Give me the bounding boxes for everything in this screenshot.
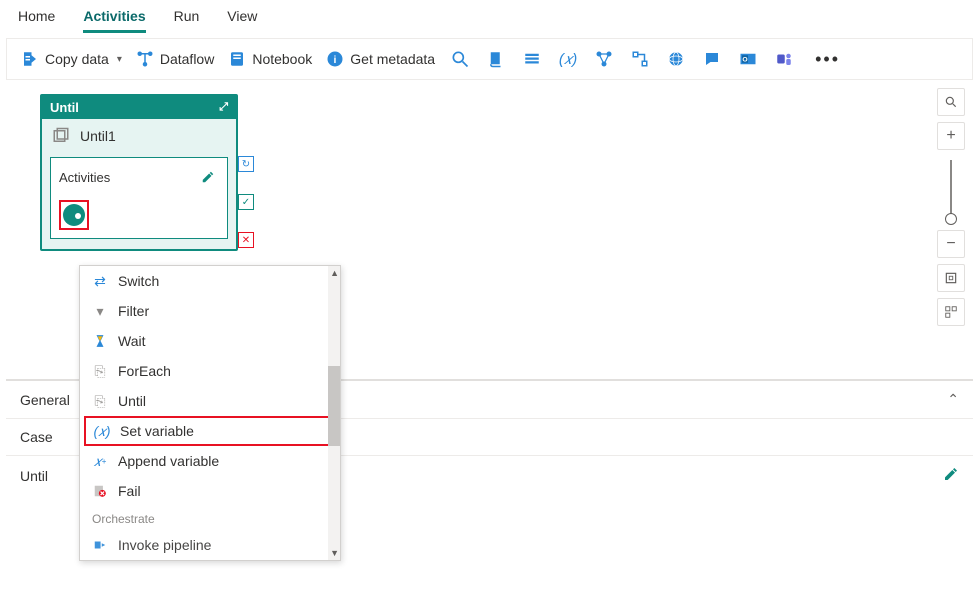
menu-item-switch[interactable]: ⇄ Switch <box>80 266 340 296</box>
copy-data-button[interactable]: Copy data ▾ <box>21 50 122 68</box>
chat-icon[interactable] <box>701 48 723 70</box>
dataflow-icon <box>136 50 154 68</box>
get-metadata-label: Get metadata <box>350 51 435 67</box>
scroll-thumb[interactable] <box>328 366 340 446</box>
canvas-controls: + − <box>937 88 965 326</box>
toolbar: Copy data ▾ Dataflow Notebook i Get meta… <box>6 38 973 80</box>
menu-scrollbar[interactable]: ▲ ▼ <box>328 266 340 560</box>
until-type-label: Until <box>50 100 79 115</box>
until-node[interactable]: Until ⤢ Until1 Activities <box>40 94 238 251</box>
copy-data-icon <box>21 50 39 68</box>
notebook-icon <box>228 50 246 68</box>
panel-tab-general[interactable]: General <box>20 392 70 408</box>
menu-label-wait: Wait <box>118 333 145 349</box>
menu-item-invoke-pipeline[interactable]: Invoke pipeline <box>80 530 340 560</box>
fail-icon <box>92 483 108 499</box>
filter-icon: ▾ <box>92 303 108 319</box>
menu-label-until: Until <box>118 393 146 409</box>
menu-item-append-variable[interactable]: 𝑥+ Append variable <box>80 446 340 476</box>
menu-item-foreach[interactable]: ⎘ ForEach <box>80 356 340 386</box>
zoom-slider-handle[interactable] <box>945 213 957 225</box>
node-output-anchors: ↻ ✓ ✕ <box>238 156 254 248</box>
success-anchor[interactable]: ✓ <box>238 194 254 210</box>
menu-item-set-variable[interactable]: (𝑥) Set variable <box>84 416 334 446</box>
switch-icon: ⇄ <box>92 273 108 289</box>
info-icon: i <box>326 50 344 68</box>
foreach-icon: ⎘ <box>92 363 108 379</box>
inner-activities-box: Activities <box>50 157 228 239</box>
activities-label: Activities <box>59 170 110 185</box>
activity-picker-menu: ⇄ Switch ▾ Filter Wait ⎘ ForEach ⎘ Until… <box>79 265 341 561</box>
menu-label-set-variable: Set variable <box>120 423 194 439</box>
scroll-up-icon[interactable]: ▲ <box>330 268 339 278</box>
tab-home[interactable]: Home <box>18 8 55 33</box>
menu-label-foreach: ForEach <box>118 363 171 379</box>
list-icon[interactable] <box>521 48 543 70</box>
fail-anchor[interactable]: ✕ <box>238 232 254 248</box>
menu-item-fail[interactable]: Fail <box>80 476 340 506</box>
menu-category-orchestrate: Orchestrate <box>80 506 340 530</box>
search-icon[interactable] <box>449 48 471 70</box>
menu-item-until[interactable]: ⎘ Until <box>80 386 340 416</box>
notebook-button[interactable]: Notebook <box>228 50 312 68</box>
menu-label-filter: Filter <box>118 303 149 319</box>
top-tabs: Home Activities Run View <box>0 0 979 34</box>
zoom-out-button[interactable]: − <box>937 230 965 258</box>
tab-view[interactable]: View <box>227 8 257 33</box>
more-button[interactable]: ••• <box>809 49 846 70</box>
edit-activities-button[interactable] <box>197 166 219 188</box>
copy-data-label: Copy data <box>45 51 109 67</box>
edit-row-button[interactable] <box>943 466 959 485</box>
until-name-text: Until1 <box>80 128 116 144</box>
append-variable-icon: 𝑥+ <box>92 453 108 469</box>
highlighted-activity[interactable] <box>59 200 89 230</box>
panel-collapse-button[interactable]: ⌃ <box>947 391 959 408</box>
until-node-name-row: Until1 <box>42 119 236 153</box>
notebook-label: Notebook <box>252 51 312 67</box>
expand-icon[interactable]: ⤢ <box>219 101 228 114</box>
scroll-down-icon[interactable]: ▼ <box>330 548 339 558</box>
until-loop-icon <box>52 127 70 145</box>
menu-label-invoke: Invoke pipeline <box>118 537 211 553</box>
chevron-down-icon: ▾ <box>117 54 122 65</box>
graph-icon[interactable] <box>593 48 615 70</box>
tab-run[interactable]: Run <box>174 8 200 33</box>
get-metadata-button[interactable]: i Get metadata <box>326 50 435 68</box>
menu-label-switch: Switch <box>118 273 159 289</box>
dataflow-button[interactable]: Dataflow <box>136 50 214 68</box>
svg-text:O: O <box>742 56 747 63</box>
until-icon: ⎘ <box>92 393 108 409</box>
zoom-slider[interactable] <box>950 160 952 220</box>
dataflow-label: Dataflow <box>160 51 214 67</box>
variable-icon[interactable]: (𝑥) <box>557 48 579 70</box>
wait-icon <box>92 333 108 349</box>
menu-item-filter[interactable]: ▾ Filter <box>80 296 340 326</box>
invoke-pipeline-icon <box>92 537 108 553</box>
dependency-icon[interactable] <box>629 48 651 70</box>
tab-activities[interactable]: Activities <box>83 8 145 33</box>
fit-screen-button[interactable] <box>937 264 965 292</box>
menu-label-fail: Fail <box>118 483 141 499</box>
menu-label-append-variable: Append variable <box>118 453 219 469</box>
outlook-icon[interactable]: O <box>737 48 759 70</box>
zoom-in-button[interactable]: + <box>937 122 965 150</box>
canvas-search-button[interactable] <box>937 88 965 116</box>
activity-preview-row <box>59 200 219 230</box>
until-node-header: Until ⤢ <box>42 96 236 119</box>
retry-anchor[interactable]: ↻ <box>238 156 254 172</box>
set-variable-icon: (𝑥) <box>94 423 110 439</box>
layout-button[interactable] <box>937 298 965 326</box>
activity-preview-icon <box>63 204 85 226</box>
web-icon[interactable] <box>665 48 687 70</box>
script-icon[interactable] <box>485 48 507 70</box>
svg-text:i: i <box>334 54 337 66</box>
teams-icon[interactable] <box>773 48 795 70</box>
menu-item-wait[interactable]: Wait <box>80 326 340 356</box>
